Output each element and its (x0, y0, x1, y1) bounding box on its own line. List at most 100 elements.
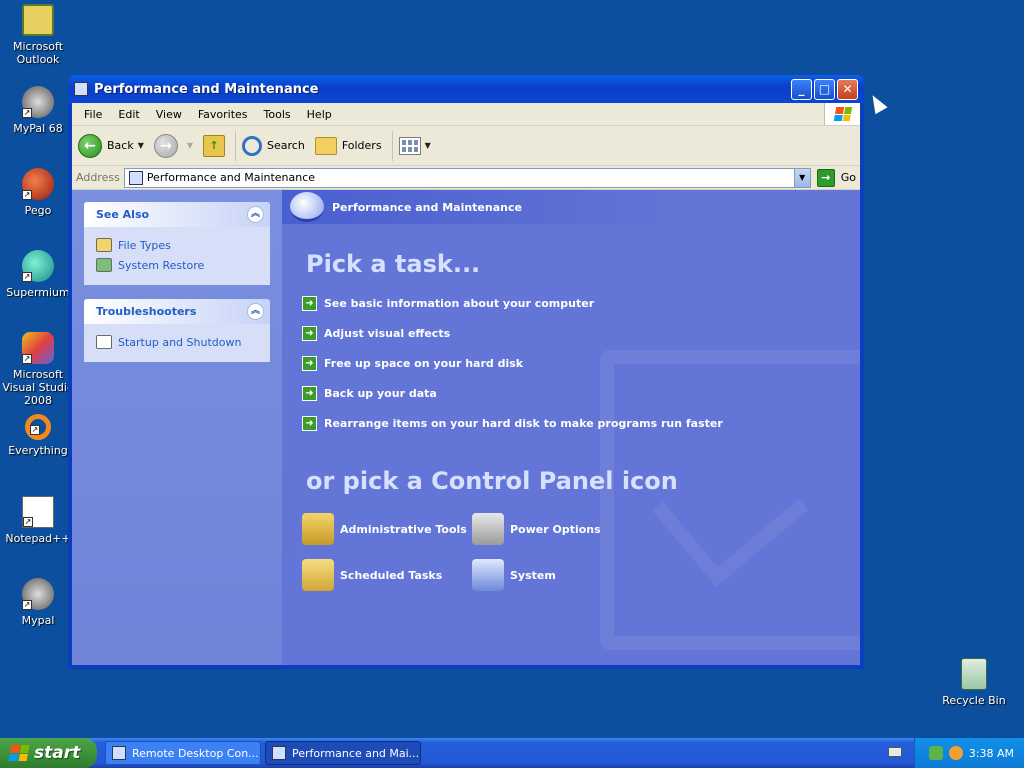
desktop-icon-mypal-68[interactable]: ↗ MyPal 68 (0, 86, 76, 135)
performance-category-icon (290, 192, 324, 222)
toolbar-separator (235, 130, 237, 161)
forward-arrow-icon: → (153, 133, 178, 158)
go-button[interactable]: → Go (816, 168, 856, 187)
admin-tools-item[interactable]: Administrative Tools (302, 513, 467, 545)
desktop-icon-recycle-bin[interactable]: Recycle Bin (936, 658, 1012, 707)
folder-up-icon: ↑ (203, 134, 226, 157)
taskbar-button-performance[interactable]: Performance and Mai... (265, 741, 421, 765)
scheduled-tasks-item[interactable]: Scheduled Tasks (302, 559, 442, 591)
desktop-icon-pego[interactable]: ↗ Pego (0, 168, 76, 217)
chevron-down-icon[interactable]: ▼ (187, 141, 193, 150)
desktop-icon-mypal[interactable]: ↗ Mypal (0, 578, 76, 627)
desktop-icon-label: Mypal (21, 614, 55, 627)
title-bar[interactable]: Performance and Maintenance _ □ ✕ (68, 75, 864, 103)
task-free-space[interactable]: ➜ Free up space on your hard disk (302, 356, 523, 371)
chevron-down-icon[interactable]: ▼ (138, 141, 144, 150)
task-backup[interactable]: ➜ Back up your data (302, 386, 437, 401)
views-icon (398, 136, 421, 155)
task-basic-info[interactable]: ➜ See basic information about your compu… (302, 296, 594, 311)
up-button[interactable]: ↑ (203, 134, 226, 157)
task-defragment[interactable]: ➜ Rearrange items on your hard disk to m… (302, 416, 723, 431)
troubleshooters-title: Troubleshooters (96, 305, 197, 318)
close-button[interactable]: ✕ (837, 78, 858, 100)
shortcut-arrow-icon: ↗ (22, 354, 32, 364)
task-label: Rearrange items on your hard disk to mak… (324, 417, 723, 430)
see-also-panel: See Also ︽ File Types System Restore (84, 202, 270, 285)
taskbar-button-label: Remote Desktop Con... (132, 746, 259, 760)
address-value: Performance and Maintenance (146, 171, 316, 184)
pego-icon: ↗ (22, 168, 54, 200)
desktop-icon-outlook[interactable]: Microsoft Outlook (0, 4, 76, 66)
search-icon (242, 135, 263, 156)
troubleshooters-panel: Troubleshooters ︽ Startup and Shutdown (84, 299, 270, 362)
shortcut-arrow-icon: ↗ (22, 190, 32, 200)
clock[interactable]: 3:38 AM (969, 747, 1014, 760)
search-button[interactable]: Search (242, 135, 305, 156)
task-visual-effects[interactable]: ➜ Adjust visual effects (302, 326, 450, 341)
desktop-icon-label: Notepad++ (5, 532, 71, 545)
menu-edit[interactable]: Edit (110, 108, 147, 121)
search-label: Search (267, 139, 305, 152)
collapse-icon[interactable]: ︽ (247, 206, 264, 223)
raccoon-icon: ↗ (22, 86, 54, 118)
back-button[interactable]: ← Back ▼ (78, 133, 144, 158)
system-tray: 3:38 AM (914, 738, 1024, 768)
menu-view[interactable]: View (148, 108, 190, 121)
minimize-button[interactable]: _ (791, 78, 812, 100)
keyboard-icon[interactable] (888, 747, 902, 757)
folders-label: Folders (341, 139, 382, 152)
start-button[interactable]: start (0, 738, 97, 768)
cp-icon-label: Power Options (510, 522, 601, 536)
menu-help[interactable]: Help (299, 108, 340, 121)
menu-tools[interactable]: Tools (256, 108, 299, 121)
task-arrow-icon: ➜ (302, 386, 317, 401)
category-title: Performance and Maintenance (332, 200, 522, 214)
maximize-button[interactable]: □ (814, 78, 835, 100)
administrative-tools-icon (302, 513, 334, 545)
search-icon[interactable] (948, 746, 963, 760)
mouse-cursor-icon (866, 91, 888, 115)
folder-icon (314, 136, 337, 155)
collapse-icon[interactable]: ︽ (247, 303, 264, 320)
link-label: System Restore (118, 258, 205, 272)
menu-favorites[interactable]: Favorites (190, 108, 256, 121)
taskbar: start Remote Desktop Con... Performance … (0, 738, 1024, 768)
control-panel-icon (272, 746, 286, 760)
desktop-icon-everything[interactable]: ↗ Everything (0, 414, 76, 457)
menu-file[interactable]: File (76, 108, 110, 121)
link-file-types[interactable]: File Types (96, 235, 258, 255)
taskbar-button-remote-desktop[interactable]: Remote Desktop Con... (105, 741, 261, 765)
remote-desktop-icon (112, 746, 126, 760)
chevron-down-icon: ▼ (424, 141, 431, 150)
folders-button[interactable]: Folders (314, 136, 382, 155)
see-also-header[interactable]: See Also ︽ (84, 202, 270, 227)
link-system-restore[interactable]: System Restore (96, 255, 258, 275)
chevron-down-icon[interactable]: ▼ (793, 168, 810, 187)
scheduled-tasks-icon (302, 559, 334, 591)
task-arrow-icon: ➜ (302, 326, 317, 341)
troubleshooters-header[interactable]: Troubleshooters ︽ (84, 299, 270, 324)
desktop-icon-notepad-plus[interactable]: ↗ Notepad++ (0, 496, 76, 545)
shortcut-arrow-icon: ↗ (23, 517, 33, 527)
desktop-icon-supermium[interactable]: ↗ Supermium (0, 250, 76, 299)
network-icon[interactable] (928, 746, 943, 760)
category-pane: Performance and Maintenance Pick a task.… (282, 190, 860, 665)
windows-flag-icon (8, 745, 30, 761)
link-label: File Types (118, 238, 171, 252)
back-label: Back (107, 139, 134, 152)
views-button[interactable]: ▼ (398, 136, 431, 155)
task-label: Adjust visual effects (324, 327, 451, 340)
system-item[interactable]: System (472, 559, 556, 591)
desktop-icon-visual-studio[interactable]: ↗ Microsoft Visual Studio 2008 (0, 332, 76, 407)
forward-button[interactable]: → ▼ (153, 133, 193, 158)
power-options-item[interactable]: Power Options (472, 513, 601, 545)
address-bar: Address Performance and Maintenance ▼ → … (72, 166, 860, 190)
control-panel-icon (74, 82, 88, 96)
pick-task-heading: Pick a task... (306, 250, 481, 278)
control-panel-icon (128, 170, 143, 185)
explorer-window: Performance and Maintenance _ □ ✕ File E… (68, 75, 864, 669)
address-input[interactable]: Performance and Maintenance ▼ (123, 167, 811, 188)
link-startup-shutdown[interactable]: Startup and Shutdown (96, 332, 258, 352)
task-arrow-icon: ➜ (302, 356, 317, 371)
desktop-icon-label: Supermium (6, 286, 70, 299)
